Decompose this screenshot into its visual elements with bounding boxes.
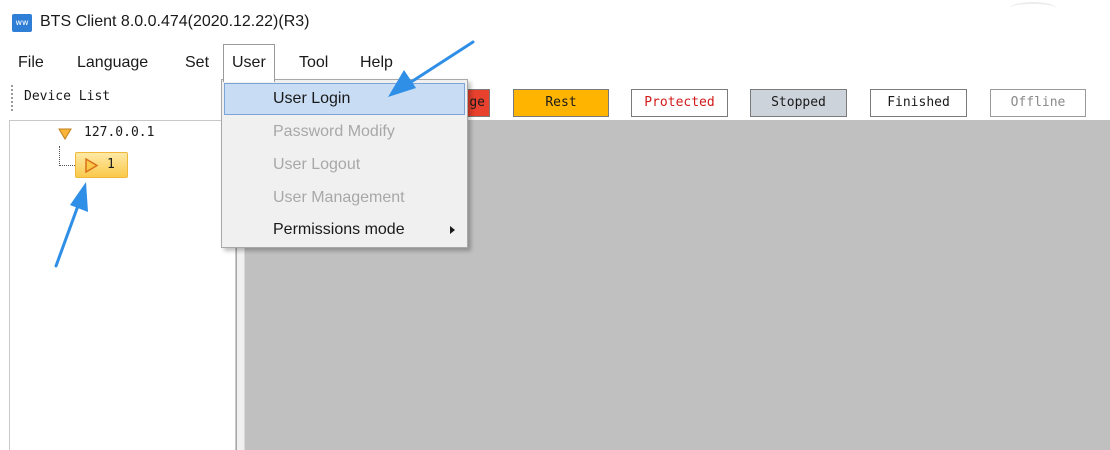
menu-tool[interactable]: Tool — [299, 44, 328, 82]
menu-help[interactable]: Help — [360, 44, 393, 82]
menu-item-permissions-mode[interactable]: Permissions mode — [224, 214, 465, 246]
window-corner-decoration — [1010, 2, 1056, 14]
play-triangle-icon — [85, 158, 98, 173]
menu-file[interactable]: File — [18, 44, 44, 82]
tree-connector — [59, 146, 75, 166]
menu-user[interactable]: User — [223, 44, 275, 82]
menu-set[interactable]: Set — [185, 44, 209, 82]
toolbar-grip[interactable] — [11, 85, 13, 111]
tree-node-device[interactable]: 1 — [75, 152, 128, 178]
device-label: 1 — [107, 157, 115, 172]
device-list-label: Device List — [24, 89, 111, 104]
app-icon: ww — [12, 14, 32, 32]
menu-item-password-modify: Password Modify — [273, 123, 395, 140]
menu-language[interactable]: Language — [77, 44, 148, 82]
permissions-mode-label: Permissions mode — [273, 221, 405, 238]
title-bar: ww BTS Client 8.0.0.474(2020.12.22)(R3) — [0, 0, 1110, 44]
status-rest: Rest — [513, 89, 609, 117]
triangle-down-icon[interactable] — [58, 128, 72, 140]
menu-item-user-login[interactable]: User Login — [224, 83, 465, 115]
chevron-right-icon — [450, 226, 455, 234]
user-dropdown-menu: User Login Password Modify User Logout U… — [221, 79, 468, 248]
toolbar: Device List ge Rest Protected Stopped Fi… — [0, 82, 1110, 120]
tree-node-host[interactable]: 127.0.0.1 — [84, 125, 154, 140]
status-protected: Protected — [631, 89, 728, 117]
status-stopped: Stopped — [750, 89, 847, 117]
status-offline: Offline — [990, 89, 1086, 117]
menu-bar: File Language Set User Tool Help — [0, 44, 1110, 82]
menu-item-user-management: User Management — [273, 189, 405, 206]
menu-item-user-logout: User Logout — [273, 156, 361, 173]
status-finished: Finished — [870, 89, 967, 117]
window-title: BTS Client 8.0.0.474(2020.12.22)(R3) — [40, 13, 310, 30]
